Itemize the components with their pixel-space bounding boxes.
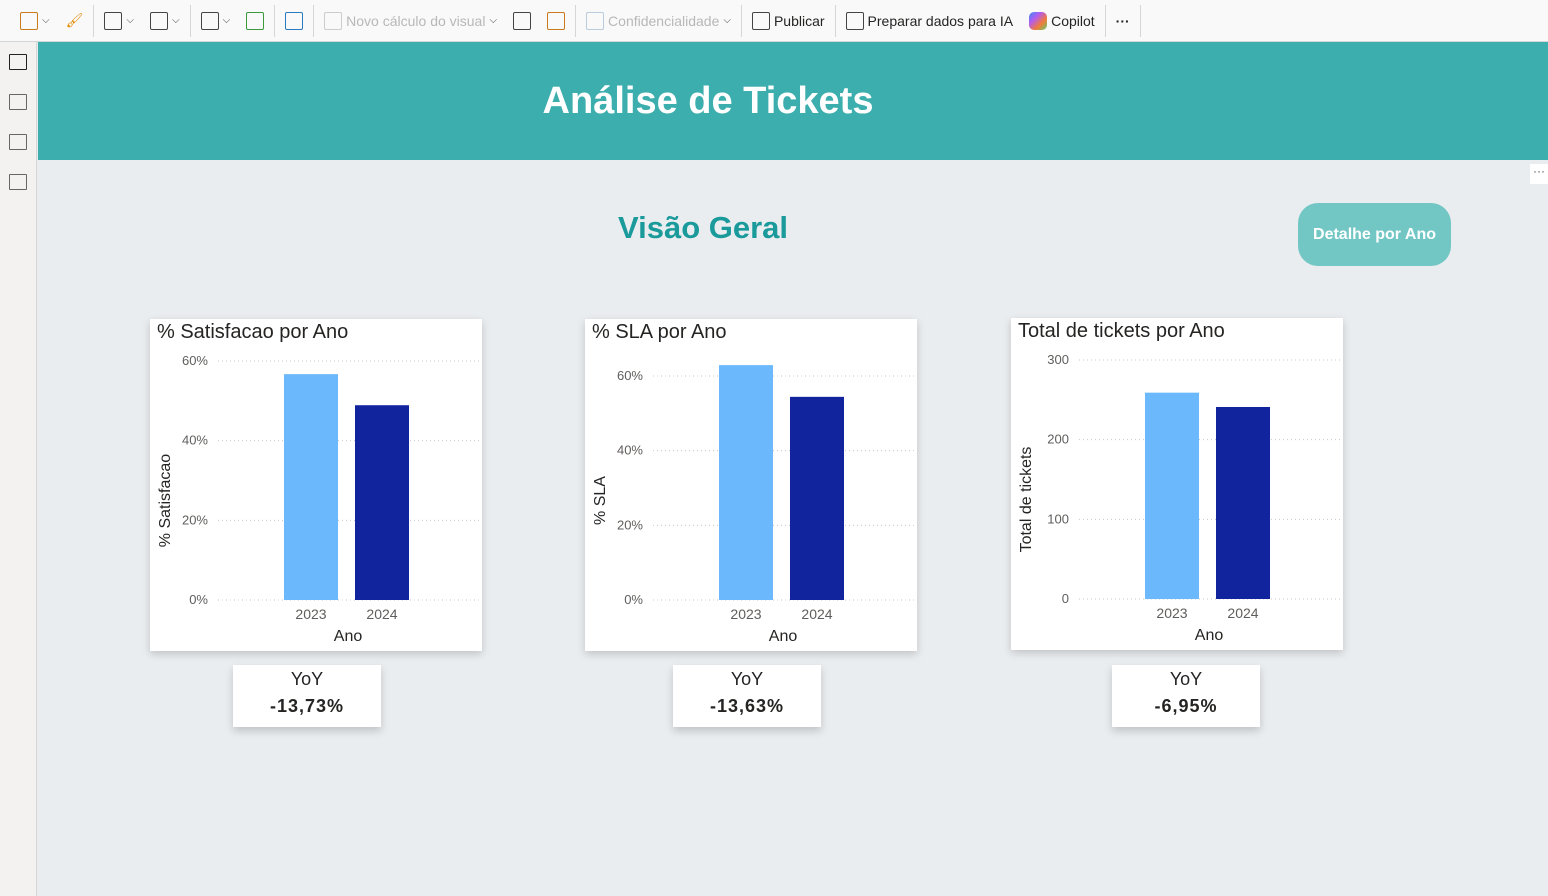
yoy-label: YoY xyxy=(730,669,764,689)
x-tick-label: 2024 xyxy=(1227,605,1258,621)
quick-calculator-icon xyxy=(547,11,566,30)
report-title: Análise de Tickets xyxy=(542,79,874,122)
x-axis-title: Ano xyxy=(1195,627,1224,644)
paste-icon xyxy=(20,11,38,30)
quick-measure-button[interactable] xyxy=(539,6,573,36)
y-tick-label: 100 xyxy=(1047,511,1069,526)
chart-sla[interactable]: % SLA por Ano 0% 20% 40% 60% 2023 2024 Ano% SLA xyxy=(585,319,917,651)
x-axis-title: Ano xyxy=(769,628,798,645)
x-tick-label: 2023 xyxy=(295,606,326,622)
refresh-button[interactable] xyxy=(238,6,272,36)
chart-plot: 0 100 200 300 2023 2024Ano Total de tickets xyxy=(1018,352,1341,644)
x-tick-label: 2023 xyxy=(730,606,761,622)
database-icon xyxy=(104,11,123,30)
new-visual-calc-button[interactable]: Novo cálculo do visual ⌵ xyxy=(316,6,505,36)
chart-tickets[interactable]: Total de tickets por Ano 0 100 200 300 2023 20… xyxy=(1011,318,1343,650)
yoy-value: -6,95% xyxy=(1154,696,1218,716)
brush-icon: 🖌 xyxy=(65,12,84,28)
y-axis-title: % Satisfacao xyxy=(157,454,174,547)
y-tick-label: 40% xyxy=(617,443,643,458)
clock-file-icon xyxy=(149,11,168,30)
model-view-icon[interactable] xyxy=(9,134,27,150)
yoy-label: YoY xyxy=(290,669,324,689)
bar-2024 xyxy=(355,405,409,600)
bar-2024 xyxy=(790,396,844,600)
publish-icon xyxy=(751,11,770,30)
publish-button[interactable]: Publicar xyxy=(744,6,833,36)
prepare-data-ai-button[interactable]: Preparar dados para IA xyxy=(838,6,1022,36)
y-tick-label: 0% xyxy=(189,592,208,607)
sensitivity-button[interactable]: Confidencialidade ⌵ xyxy=(578,6,739,36)
chart-plot: 0% 20% 40% 60% 2023 2024Ano % SLA xyxy=(592,365,915,645)
refresh-icon xyxy=(246,11,265,30)
x-tick-label: 2023 xyxy=(1156,605,1187,621)
yoy-value: -13,63% xyxy=(709,696,785,716)
table-edit-icon xyxy=(200,11,219,30)
y-tick-label: 0% xyxy=(624,592,643,607)
sensitivity-icon xyxy=(586,11,605,30)
get-data-button[interactable]: ⌵ xyxy=(96,6,142,36)
paste-button[interactable]: ⌵ xyxy=(12,6,58,36)
fx-icon xyxy=(324,11,343,30)
y-tick-label: 20% xyxy=(182,512,208,527)
new-visual-button[interactable] xyxy=(277,6,311,36)
y-tick-label: 20% xyxy=(617,517,643,532)
detail-by-year-button[interactable]: Detalhe por Ano xyxy=(1298,203,1451,266)
report-view-icon[interactable] xyxy=(9,54,27,70)
section-title: Visão Geral xyxy=(618,210,789,245)
y-tick-label: 60% xyxy=(182,353,208,368)
copilot-icon xyxy=(1029,11,1048,30)
bar-2024 xyxy=(1216,407,1270,599)
prepare-ai-icon xyxy=(845,11,864,30)
yoy-card-tickets: YoY -6,95% xyxy=(1112,665,1260,727)
y-axis-title: Total de tickets xyxy=(1018,447,1035,553)
chart-plot: 0% 20% 40% 60% 2023 2024Ano % Satisfacao xyxy=(157,353,480,645)
y-tick-label: 40% xyxy=(182,433,208,448)
y-tick-label: 0 xyxy=(1062,591,1069,606)
x-tick-label: 2024 xyxy=(366,606,397,622)
chart-satisfacao[interactable]: % Satisfacao por Ano 0% 20% 40% 60% 2023 2024 A… xyxy=(150,319,482,651)
view-sidebar xyxy=(0,42,37,896)
chart-add-icon xyxy=(285,11,304,30)
yoy-value: -13,73% xyxy=(269,696,345,716)
format-painter-button[interactable]: 🖌 xyxy=(58,6,92,36)
y-tick-label: 60% xyxy=(617,368,643,383)
dax-query-icon[interactable] xyxy=(9,174,27,190)
new-measure-button[interactable] xyxy=(505,6,539,36)
y-tick-label: 300 xyxy=(1047,352,1069,367)
bar-2023 xyxy=(284,374,338,600)
copilot-button[interactable]: Copilot xyxy=(1021,6,1103,36)
x-axis-title: Ano xyxy=(334,628,363,645)
yoy-card-satisfacao: YoY -13,73% xyxy=(233,665,381,727)
recent-sources-button[interactable]: ⌵ xyxy=(142,6,188,36)
y-tick-label: 200 xyxy=(1047,432,1069,447)
more-options-button[interactable]: ··· xyxy=(1108,6,1138,36)
bar-2023 xyxy=(719,365,773,600)
table-view-icon[interactable] xyxy=(9,94,27,110)
visual-more-options[interactable]: ··· xyxy=(1530,164,1548,184)
title-banner: Análise de Tickets xyxy=(38,42,1548,160)
y-axis-title: % SLA xyxy=(592,476,609,525)
ribbon-toolbar: ⌵ 🖌 ⌵ ⌵ ⌵ Novo cálculo do visual ⌵ Confid… xyxy=(0,0,1548,42)
yoy-label: YoY xyxy=(1169,669,1203,689)
x-tick-label: 2024 xyxy=(801,606,832,622)
bar-2023 xyxy=(1145,392,1199,599)
transform-data-button[interactable]: ⌵ xyxy=(193,6,239,36)
yoy-card-sla: YoY -13,63% xyxy=(673,665,821,727)
calculator-icon xyxy=(513,11,532,30)
